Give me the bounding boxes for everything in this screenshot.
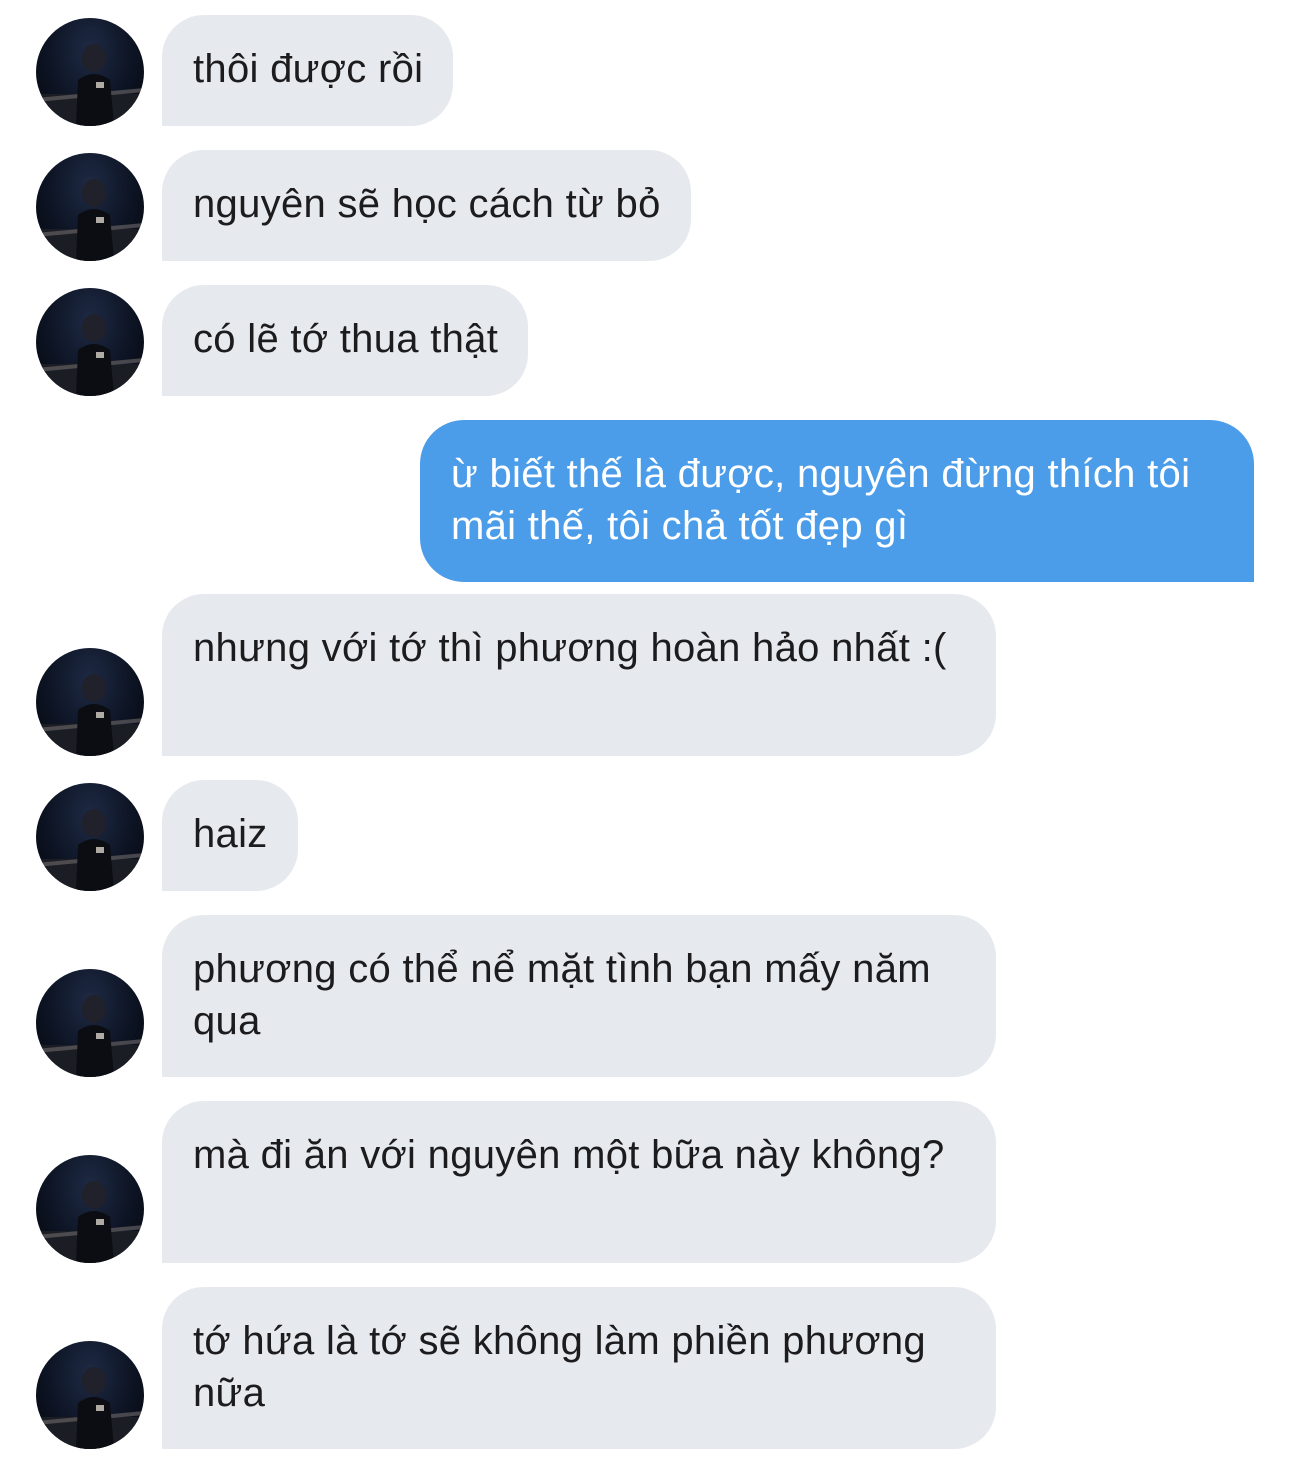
message-bubble-incoming[interactable]: nguyên sẽ học cách từ bỏ — [162, 150, 691, 261]
message-text: thôi được rồi — [193, 47, 424, 91]
message-row-outgoing: ừ biết thế là được, nguyên đừng thích tô… — [0, 420, 1290, 582]
message-bubble-incoming[interactable]: có lẽ tớ thua thật — [162, 285, 529, 396]
contact-avatar-icon[interactable] — [36, 1341, 144, 1449]
message-bubble-outgoing[interactable]: ừ biết thế là được, nguyên đừng thích tô… — [420, 420, 1254, 582]
message-text: nguyên sẽ học cách từ bỏ — [193, 182, 661, 226]
message-text: mà đi ăn với nguyên một bữa này không? — [193, 1133, 945, 1177]
message-text: tớ hứa là tớ sẽ không làm phiền phương n… — [193, 1319, 938, 1415]
contact-avatar-icon[interactable] — [36, 1155, 144, 1263]
message-text: ừ biết thế là được, nguyên đừng thích tô… — [451, 452, 1202, 548]
chat-thread: thôi được rồi nguyên sẽ học cách từ bỏ c… — [0, 0, 1290, 1467]
message-row-incoming: thôi được rồi — [0, 15, 1290, 126]
message-text: có lẽ tớ thua thật — [193, 317, 499, 361]
message-bubble-incoming[interactable]: phương có thể nể mặt tình bạn mấy năm qu… — [162, 915, 996, 1077]
message-row-incoming: nguyên sẽ học cách từ bỏ — [0, 150, 1290, 261]
message-row-incoming: tớ hứa là tớ sẽ không làm phiền phương n… — [0, 1287, 1290, 1449]
message-bubble-incoming[interactable]: thôi được rồi — [162, 15, 454, 126]
contact-avatar-icon[interactable] — [36, 648, 144, 756]
contact-avatar-icon[interactable] — [36, 18, 144, 126]
message-row-incoming: có lẽ tớ thua thật — [0, 285, 1290, 396]
message-bubble-incoming[interactable]: mà đi ăn với nguyên một bữa này không? — [162, 1101, 996, 1263]
message-bubble-incoming[interactable]: haiz — [162, 780, 298, 891]
message-bubble-incoming[interactable]: nhưng với tớ thì phương hoàn hảo nhất :( — [162, 594, 996, 756]
contact-avatar-icon[interactable] — [36, 153, 144, 261]
message-row-incoming: haiz — [0, 780, 1290, 891]
contact-avatar-icon[interactable] — [36, 288, 144, 396]
message-text: haiz — [193, 812, 268, 856]
message-bubble-incoming[interactable]: tớ hứa là tớ sẽ không làm phiền phương n… — [162, 1287, 996, 1449]
contact-avatar-icon[interactable] — [36, 969, 144, 1077]
message-row-incoming: phương có thể nể mặt tình bạn mấy năm qu… — [0, 915, 1290, 1077]
message-text: nhưng với tớ thì phương hoàn hảo nhất :( — [193, 626, 947, 670]
message-row-incoming: mà đi ăn với nguyên một bữa này không? — [0, 1101, 1290, 1263]
message-row-incoming: nhưng với tớ thì phương hoàn hảo nhất :( — [0, 594, 1290, 756]
message-text: phương có thể nể mặt tình bạn mấy năm qu… — [193, 947, 943, 1043]
contact-avatar-icon[interactable] — [36, 783, 144, 891]
